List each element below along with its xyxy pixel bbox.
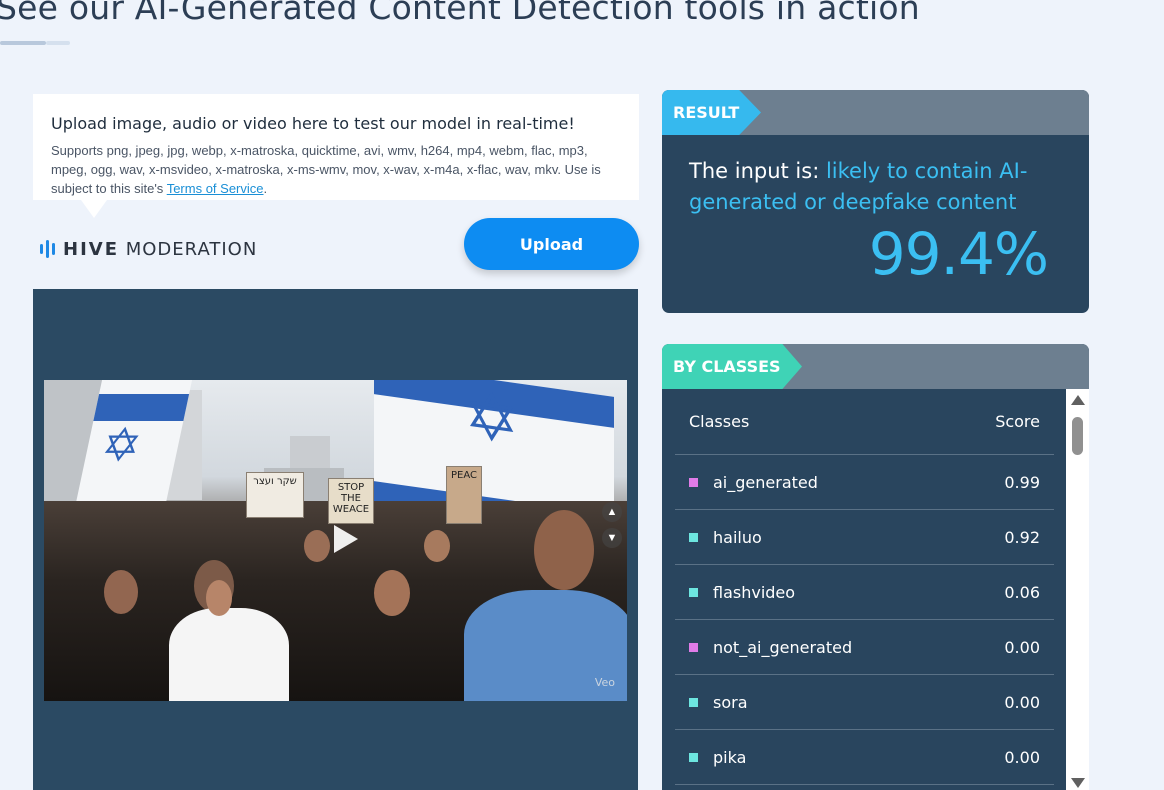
table-row: sora 0.00 [675,675,1054,730]
class-name: not_ai_generated [713,637,853,657]
class-swatch [689,477,698,487]
upload-description: Supports png, jpeg, jpg, webp, x-matrosk… [51,141,621,198]
class-swatch [689,642,698,652]
terms-of-service-link[interactable]: Terms of Service [167,181,264,196]
class-score: 0.00 [1004,747,1040,767]
table-row: hailuo 0.92 [675,510,1054,565]
hive-moderation-logo: HIVE MODERATION [40,238,257,260]
class-name: flashvideo [713,582,796,602]
table-header: Classes Score [675,389,1054,455]
table-row: pika 0.00 [675,730,1054,785]
protest-sign: STOP THE WEACE [328,478,374,524]
result-score: 99.4% [868,220,1049,288]
class-score: 0.00 [1004,637,1040,657]
column-score: Score [995,412,1040,431]
classes-panel: BY CLASSES Classes Score ai_generated 0.… [662,344,1089,790]
chevron-up-icon[interactable]: ▲ [602,502,622,522]
title-underline [0,41,70,47]
table-row: not_ai_generated 0.00 [675,620,1054,675]
video-thumbnail[interactable]: ✡ ✡ שקר ועצר STOP THE WEACE PEAC ▲ ▼ Veo [44,380,627,701]
upload-heading: Upload image, audio or video here to tes… [51,114,575,133]
table-row: flashvideo 0.06 [675,565,1054,620]
table-row: ai_generated 0.99 [675,455,1054,510]
column-classes: Classes [689,412,750,431]
supported-formats-text: Supports png, jpeg, jpg, webp, x-matrosk… [51,143,601,196]
class-name: ai_generated [713,472,818,492]
scroll-down-arrow-icon[interactable] [1071,778,1085,788]
media-preview-panel: ✡ ✡ שקר ועצר STOP THE WEACE PEAC ▲ ▼ Veo [33,289,638,790]
protest-sign: PEAC [446,466,482,524]
result-panel: RESULT The input is: likely to contain A… [662,90,1089,313]
classes-table: Classes Score ai_generated 0.99 hailuo 0… [675,389,1054,785]
classes-scrollbar[interactable] [1066,389,1089,790]
page-title: See our AI-Generated Content Detection t… [0,0,920,27]
scroll-thumb[interactable] [1072,417,1083,455]
scroll-up-arrow-icon[interactable] [1071,395,1085,405]
class-swatch [689,752,698,762]
result-header: RESULT [662,90,1089,135]
class-swatch [689,697,698,707]
logo-brand-light: MODERATION [125,238,258,260]
protest-sign: שקר ועצר [246,472,304,518]
class-swatch [689,587,698,597]
result-tag: RESULT [662,90,761,135]
class-name: pika [713,747,747,767]
chevron-down-icon[interactable]: ▼ [602,528,622,548]
terms-suffix: . [263,181,268,196]
class-score: 0.06 [1004,582,1040,602]
result-prefix: The input is: [689,159,826,183]
class-score: 0.00 [1004,692,1040,712]
upload-button[interactable]: Upload [464,218,639,270]
logo-brand-bold: HIVE [63,238,119,260]
classes-tag: BY CLASSES [662,344,802,389]
play-icon[interactable] [334,525,358,553]
class-score: 0.92 [1004,527,1040,547]
class-name: hailuo [713,527,762,547]
class-score: 0.99 [1004,472,1040,492]
result-text: The input is: likely to contain AI-gener… [689,156,1059,218]
classes-header: BY CLASSES [662,344,1089,389]
upload-info-box: Upload image, audio or video here to tes… [33,94,639,218]
class-name: sora [713,692,748,712]
veo-watermark: Veo [594,676,615,689]
class-swatch [689,532,698,542]
hive-logo-icon [40,240,55,258]
